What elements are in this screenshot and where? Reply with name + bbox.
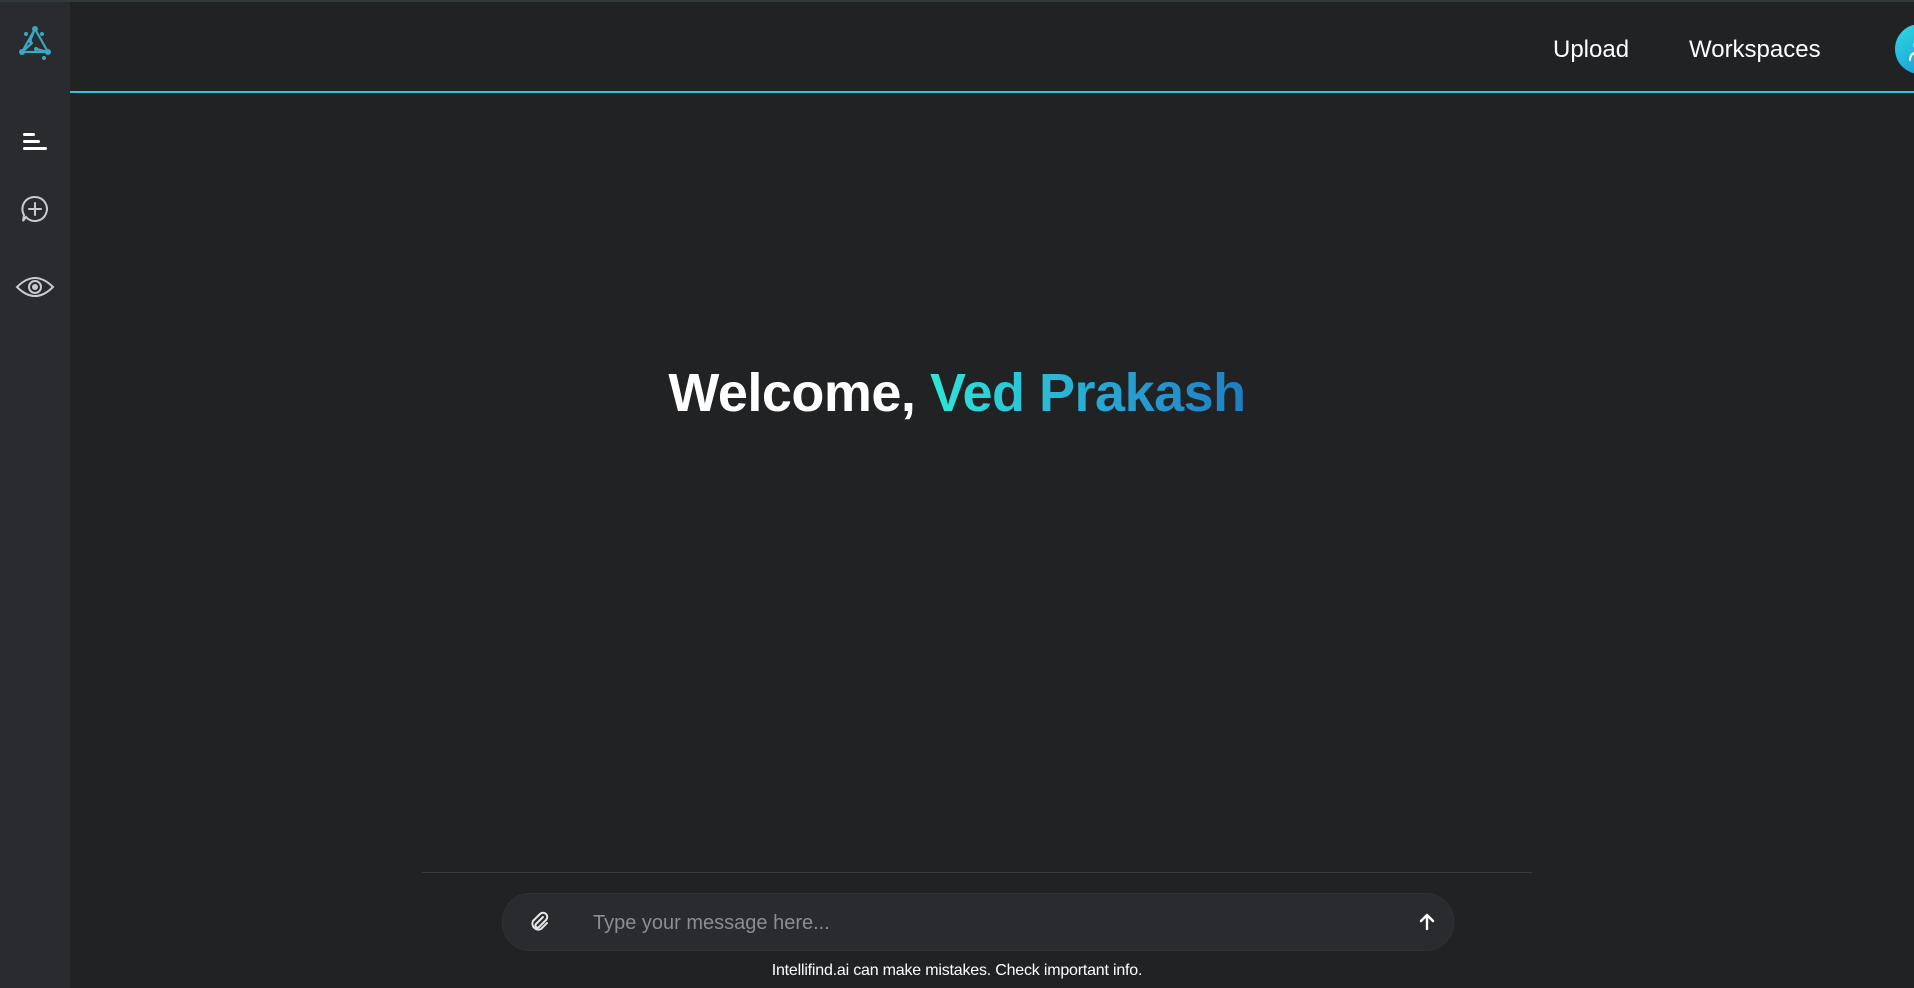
eye-icon bbox=[15, 277, 55, 297]
workspaces-link[interactable]: Workspaces bbox=[1689, 34, 1821, 66]
view-button[interactable] bbox=[0, 264, 70, 310]
upload-link[interactable]: Upload bbox=[1553, 34, 1629, 66]
user-icon bbox=[1909, 42, 1914, 61]
send-button[interactable] bbox=[1413, 908, 1441, 936]
message-composer bbox=[502, 893, 1454, 951]
user-avatar-button[interactable] bbox=[1895, 24, 1914, 74]
new-chat-button[interactable] bbox=[0, 186, 70, 232]
sidebar bbox=[0, 2, 70, 988]
arrow-up-icon bbox=[1419, 913, 1435, 931]
user-name: Ved Prakash bbox=[929, 363, 1246, 423]
welcome-prefix: Welcome, bbox=[668, 363, 916, 423]
paperclip-icon bbox=[531, 911, 549, 931]
composer-divider bbox=[422, 872, 1532, 873]
sidebar-toggle-button[interactable] bbox=[0, 120, 70, 162]
logo[interactable] bbox=[0, 20, 70, 66]
intellifind-logo-icon bbox=[19, 26, 51, 60]
new-chat-icon bbox=[21, 195, 48, 222]
attach-button[interactable] bbox=[525, 908, 553, 936]
top-bar: Upload Workspaces bbox=[70, 2, 1914, 92]
welcome-heading: Welcome, Ved Prakash bbox=[0, 362, 1914, 424]
message-input[interactable] bbox=[591, 902, 1375, 944]
menu-icon bbox=[23, 133, 47, 150]
header-accent-line bbox=[70, 91, 1914, 93]
disclaimer-text: Intellifind.ai can make mistakes. Check … bbox=[771, 962, 1143, 979]
